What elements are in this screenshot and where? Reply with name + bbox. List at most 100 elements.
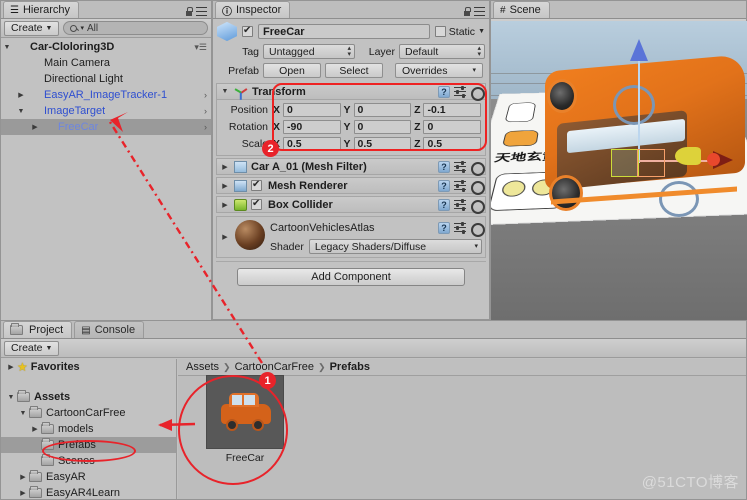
mesh-renderer-enabled-checkbox[interactable]: [251, 179, 262, 191]
expand-arrow-icon[interactable]: ▶: [15, 91, 27, 99]
hierarchy-item-main-camera[interactable]: Main Camera: [1, 55, 211, 71]
hierarchy-tree[interactable]: ▼ Car-Cloloring3D ▾☰ Main Camera Directi…: [1, 38, 211, 320]
foldout-arrow-icon[interactable]: ▶: [220, 233, 230, 241]
breadcrumb-item-prefabs[interactable]: Prefabs: [330, 361, 370, 373]
project-tree-item-easyar[interactable]: ▶ EasyAR: [1, 469, 176, 485]
project-tree-item-assets[interactable]: ▼ Assets: [1, 389, 176, 405]
create-button[interactable]: Create ▼: [4, 20, 60, 36]
project-tree-item-cartooncarfree[interactable]: ▼ CartoonCarFree: [1, 405, 176, 421]
box-collider-header[interactable]: ▶ Box Collider ?: [216, 196, 486, 214]
preset-icon[interactable]: [454, 85, 466, 98]
scale-y-field[interactable]: 0.5: [353, 137, 412, 151]
help-icon[interactable]: ?: [438, 160, 450, 173]
lock-icon[interactable]: [185, 7, 193, 16]
help-icon[interactable]: ?: [438, 85, 450, 98]
preset-icon[interactable]: [454, 179, 466, 192]
tab-inspector[interactable]: ⓘ Inspector: [215, 1, 291, 18]
hierarchy-item-directional-light[interactable]: Directional Light: [1, 71, 211, 87]
help-icon[interactable]: ?: [438, 198, 450, 211]
project-folder-tree[interactable]: ▶ ★ Favorites ▼ Assets ▼ CartoonCarFree …: [1, 359, 177, 499]
expand-arrow-icon[interactable]: ▼: [15, 108, 27, 115]
expand-arrow-icon[interactable]: ▶: [17, 473, 29, 481]
lock-icon[interactable]: [463, 7, 471, 16]
project-tree-item-prefabs[interactable]: Prefabs: [1, 437, 176, 453]
transform-header[interactable]: ▼ Transform ?: [216, 83, 486, 101]
prefab-select-button[interactable]: Select: [325, 63, 383, 78]
rotation-x-field[interactable]: -90: [283, 120, 341, 134]
tab-console[interactable]: ▤ Console: [74, 321, 145, 338]
gear-icon[interactable]: [470, 161, 485, 176]
gear-icon[interactable]: [470, 199, 485, 214]
breadcrumb-item-assets[interactable]: Assets: [186, 361, 219, 373]
shader-value: Legacy Shaders/Diffuse: [314, 240, 427, 253]
help-icon[interactable]: ?: [438, 221, 450, 234]
foldout-arrow-icon[interactable]: ▶: [220, 201, 230, 209]
project-tree-item-models[interactable]: ▶ models: [1, 421, 176, 437]
gear-icon[interactable]: [470, 86, 485, 101]
expand-arrow-icon[interactable]: ▼: [1, 44, 13, 51]
asset-item-freecar[interactable]: FreeCar: [206, 375, 284, 464]
position-y-field[interactable]: 0: [353, 103, 412, 117]
hierarchy-item-freecar[interactable]: ▶ FreeCar ›: [1, 119, 211, 135]
scale-z-field[interactable]: 0.5: [423, 137, 481, 151]
preset-icon[interactable]: [454, 160, 466, 173]
expand-arrow-icon[interactable]: ▶: [29, 425, 41, 433]
gizmo-plane-handle[interactable]: [611, 149, 639, 177]
box-collider-enabled-checkbox[interactable]: [251, 198, 262, 210]
static-checkbox[interactable]: [434, 26, 446, 37]
tab-project[interactable]: Project: [3, 321, 73, 338]
tab-scene[interactable]: # Scene: [493, 1, 550, 18]
gear-icon[interactable]: [470, 222, 485, 237]
foldout-arrow-icon[interactable]: ▼: [220, 88, 230, 95]
gizmo-y-axis[interactable]: [638, 57, 640, 163]
expand-arrow-icon[interactable]: ▼: [5, 394, 17, 401]
foldout-arrow-icon[interactable]: ▶: [220, 182, 230, 190]
help-icon[interactable]: ?: [438, 179, 450, 192]
prefab-open-chevron-icon[interactable]: ›: [204, 106, 207, 116]
gizmo-x-knob[interactable]: [707, 153, 720, 166]
expand-arrow-icon[interactable]: ▶: [5, 363, 17, 371]
position-z-field[interactable]: -0.1: [423, 103, 481, 117]
position-x-field[interactable]: 0: [283, 103, 341, 117]
preset-icon[interactable]: [454, 221, 466, 234]
mesh-filter-header[interactable]: ▶ Car A_01 (Mesh Filter) ?: [216, 158, 486, 176]
shader-dropdown[interactable]: Legacy Shaders/Diffuse ▾: [308, 239, 482, 254]
gizmo-plane-handle[interactable]: [637, 149, 665, 177]
scale-x-field[interactable]: 0.5: [283, 137, 341, 151]
add-component-button[interactable]: Add Component: [237, 268, 465, 286]
mesh-renderer-header[interactable]: ▶ Mesh Renderer ?: [216, 177, 486, 195]
gizmo-z-handle[interactable]: [675, 147, 701, 165]
hierarchy-item-imagetarget[interactable]: ▼ ImageTarget ›: [1, 103, 211, 119]
object-name-field[interactable]: FreeCar: [258, 24, 430, 39]
chevron-down-icon[interactable]: ▼: [478, 28, 485, 35]
hierarchy-menu-icon[interactable]: [196, 7, 207, 16]
hierarchy-item-scene[interactable]: ▼ Car-Cloloring3D ▾☰: [1, 39, 211, 55]
gameobject-enabled-checkbox[interactable]: [242, 25, 253, 37]
expand-arrow-icon[interactable]: ▶: [29, 123, 41, 131]
prefab-open-button[interactable]: Open: [263, 63, 321, 78]
layer-dropdown[interactable]: Default ▴ ▾: [399, 44, 485, 59]
preset-icon[interactable]: [454, 198, 466, 211]
foldout-arrow-icon[interactable]: ▶: [220, 163, 230, 171]
project-tree-item-easyar4learn[interactable]: ▶ EasyAR4Learn: [1, 485, 176, 500]
hierarchy-search-input[interactable]: ▾ All: [63, 21, 208, 35]
rotation-z-field[interactable]: 0: [423, 120, 481, 134]
expand-arrow-icon[interactable]: ▶: [17, 489, 29, 497]
expand-arrow-icon[interactable]: ▼: [17, 410, 29, 417]
prefab-open-chevron-icon[interactable]: ›: [204, 122, 207, 132]
project-tree-item-scenes[interactable]: Scenes: [1, 453, 176, 469]
gizmo-y-handle[interactable]: [630, 39, 648, 61]
prefab-overrides-dropdown[interactable]: Overrides ▾: [395, 63, 483, 78]
gear-icon[interactable]: [470, 180, 485, 195]
inspector-menu-icon[interactable]: [474, 7, 485, 16]
hierarchy-item-easyar-imagetracker[interactable]: ▶ EasyAR_ImageTracker-1 ›: [1, 87, 211, 103]
breadcrumb-item-cartooncarfree[interactable]: CartoonCarFree: [235, 361, 314, 373]
scene-viewport[interactable]: 天地玄黄，于: [491, 21, 747, 321]
tag-dropdown[interactable]: Untagged ▴ ▾: [263, 44, 355, 59]
rotation-y-field[interactable]: 0: [353, 120, 412, 134]
project-create-button[interactable]: Create ▼: [4, 340, 60, 356]
scene-menu-icon[interactable]: ▾☰: [194, 42, 207, 53]
prefab-open-chevron-icon[interactable]: ›: [204, 90, 207, 100]
project-tree-item-favorites[interactable]: ▶ ★ Favorites: [1, 359, 176, 375]
tab-hierarchy[interactable]: ☰ Hierarchy: [3, 1, 80, 18]
